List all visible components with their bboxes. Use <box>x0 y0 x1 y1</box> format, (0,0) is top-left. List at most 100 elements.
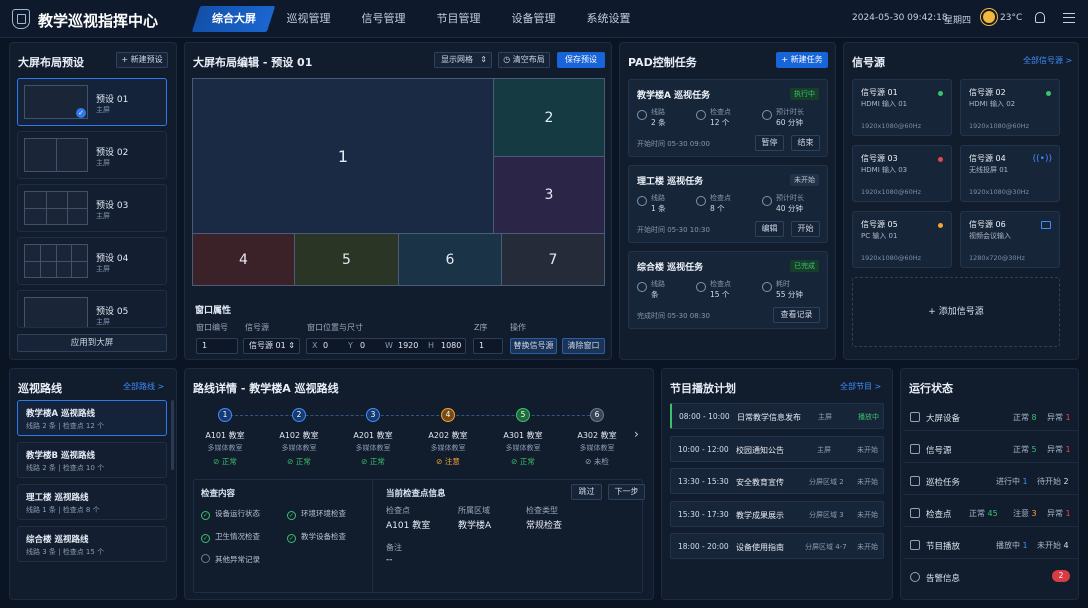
menu-icon[interactable] <box>1063 13 1075 23</box>
nav-device[interactable]: 设备管理 <box>496 6 571 32</box>
program-item[interactable]: 15:30 - 17:30 教学成果展示 分屏区域 3 未开始 <box>670 501 884 527</box>
h-input[interactable]: 1080 <box>441 339 461 353</box>
next-button[interactable]: 下一步 <box>608 484 645 500</box>
chevron-down-icon: ⇕ <box>288 341 295 350</box>
position-input-group: X 0 Y 0 W 1920 H 1080 <box>306 338 466 354</box>
task-card[interactable]: 教学楼A 巡视任务 执行中 线路 2 条 检查点 12 个 预计时长 60 分钟… <box>628 79 828 157</box>
route-node[interactable]: 3 <box>366 408 380 422</box>
preset-item[interactable]: 预设 04 主屏 <box>17 237 167 285</box>
status-row[interactable]: 检查点 正常 45 注意 3 异常 1 <box>903 499 1078 527</box>
edit-button[interactable]: 编辑 <box>755 221 784 237</box>
program-item[interactable]: 10:00 - 12:00 校园通知公告 主屏 未开始 <box>670 436 884 462</box>
alarm-count-badge: 2 <box>1052 570 1070 582</box>
add-signal-button[interactable]: + 添加信号源 <box>852 277 1060 347</box>
layout-cell-5[interactable]: 5 <box>294 233 399 286</box>
task-card[interactable]: 理工楼 巡视任务 未开始 线路 1 条 检查点 8 个 预计时长 40 分钟 开… <box>628 165 828 243</box>
task-card[interactable]: 综合楼 巡视任务 已完成 线路 条 检查点 15 个 耗时 55 分钟 完成时间… <box>628 251 828 329</box>
nav-program[interactable]: 节目管理 <box>421 6 496 32</box>
temperature: 23°C <box>1000 13 1023 23</box>
all-programs-link[interactable]: 全部节目 > <box>840 381 881 392</box>
signal-card[interactable]: 信号源 04 无线投屏 01 1920x1080@30Hz ((•)) <box>960 145 1060 202</box>
status-badge: 已完成 <box>790 260 819 272</box>
top-bar: 教学巡视指挥中心 综合大屏 巡视管理 信号管理 节目管理 设备管理 系统设置 2… <box>0 0 1088 38</box>
route-item[interactable]: 理工楼 巡视路线 线路 1 条 | 检查点 8 个 <box>17 484 167 520</box>
route-node[interactable]: 6 <box>590 408 604 422</box>
signal-card[interactable]: 信号源 06 视频会议输入 1280x720@30Hz <box>960 211 1060 268</box>
preset-thumbnail <box>24 297 88 327</box>
check-item[interactable]: ✓ 卫生情况检查 <box>201 531 260 543</box>
apply-to-screen-button[interactable]: 应用到大屏 <box>17 334 167 352</box>
layout-cell-6[interactable]: 6 <box>398 233 502 286</box>
check-item[interactable]: ✓ 教学设备检查 <box>287 531 346 543</box>
start-button[interactable]: 开始 <box>791 221 820 237</box>
replace-signal-button[interactable]: 替换信号源 <box>510 338 557 354</box>
skip-button[interactable]: 跳过 <box>571 484 602 500</box>
route-item[interactable]: 教学楼A 巡视路线 线路 2 条 | 检查点 12 个 <box>17 400 167 436</box>
preset-item[interactable]: 预设 05 主屏 <box>17 290 167 328</box>
layout-cell-4[interactable]: 4 <box>192 233 295 286</box>
z-order-input[interactable]: 1 <box>473 338 503 354</box>
window-id-input[interactable]: 1 <box>196 338 238 354</box>
preset-item[interactable]: ✓ 预设 01 主屏 <box>17 78 167 126</box>
route-item[interactable]: 教学楼B 巡视路线 线路 2 条 | 检查点 10 个 <box>17 442 167 478</box>
preset-sub: 主屏 <box>96 106 110 114</box>
status-row[interactable]: 节目播放 播放中 1 未开始 4 <box>903 531 1078 559</box>
checkpoint-icon <box>696 282 706 292</box>
end-button[interactable]: 结束 <box>791 135 820 151</box>
new-preset-button[interactable]: + 新建预设 <box>116 52 168 68</box>
shield-logo-icon <box>12 9 30 29</box>
w-input[interactable]: 1920 <box>398 339 418 353</box>
layout-cell-3[interactable]: 3 <box>493 156 605 234</box>
preset-item[interactable]: 预设 03 主屏 <box>17 184 167 232</box>
area-value: 教学楼A <box>458 521 492 531</box>
chevron-right-icon[interactable]: › <box>634 427 639 441</box>
clear-layout-button[interactable]: ◷ 清空布局 <box>498 52 550 68</box>
clear-window-button[interactable]: 清除窗口 <box>562 338 605 354</box>
nav-patrol[interactable]: 巡视管理 <box>271 6 346 32</box>
signal-select[interactable]: 信号源 01 ⇕ <box>243 338 300 354</box>
main-nav: 综合大屏 巡视管理 信号管理 节目管理 设备管理 系统设置 <box>191 6 646 32</box>
check-item[interactable]: ✓ 环境环境检查 <box>287 508 346 520</box>
scrollbar[interactable] <box>171 400 174 470</box>
program-item[interactable]: 08:00 - 10:00 日常教学信息发布 主屏 播放中 <box>670 403 884 429</box>
layout-cell-7[interactable]: 7 <box>501 233 605 286</box>
route-node[interactable]: 1 <box>218 408 232 422</box>
status-row[interactable]: 信号源 正常 5 异常 1 <box>903 435 1078 463</box>
signal-card[interactable]: 信号源 02 HDMI 输入 02 1920x1080@60Hz <box>960 79 1060 136</box>
signal-card[interactable]: 信号源 01 HDMI 输入 01 1920x1080@60Hz <box>852 79 952 136</box>
route-item[interactable]: 综合楼 巡视路线 线路 3 条 | 检查点 15 个 <box>17 526 167 562</box>
nav-dashboard[interactable]: 综合大屏 <box>191 6 276 32</box>
new-task-button[interactable]: + 新建任务 <box>776 52 828 68</box>
route-node[interactable]: 5 <box>516 408 530 422</box>
clock-icon <box>762 196 772 206</box>
save-preset-button[interactable]: 保存预设 <box>557 52 605 68</box>
nav-settings[interactable]: 系统设置 <box>571 6 646 32</box>
x-input[interactable]: 0 <box>323 339 328 353</box>
view-record-button[interactable]: 查看记录 <box>773 307 820 323</box>
task-name: 理工楼 巡视任务 <box>637 177 704 187</box>
check-item[interactable]: 其他异常记录 <box>201 554 260 565</box>
layout-cell-2[interactable]: 2 <box>493 78 605 157</box>
route-node[interactable]: 2 <box>292 408 306 422</box>
checkpoint-icon <box>696 196 706 206</box>
layout-cell-1[interactable]: 1 <box>192 78 494 234</box>
bell-icon[interactable] <box>1035 12 1045 23</box>
y-input[interactable]: 0 <box>360 339 365 353</box>
all-signals-link[interactable]: 全部信号源 > <box>1023 55 1072 66</box>
nav-signal[interactable]: 信号管理 <box>346 6 421 32</box>
signal-card[interactable]: 信号源 03 HDMI 输入 03 1920x1080@60Hz <box>852 145 952 202</box>
signal-card[interactable]: 信号源 05 PC 输入 01 1920x1080@60Hz <box>852 211 952 268</box>
program-item[interactable]: 18:00 - 20:00 设备使用指南 分屏区域 4-7 未开始 <box>670 533 884 559</box>
signal-icon <box>910 444 920 454</box>
pause-button[interactable]: 暂停 <box>755 135 784 151</box>
preset-name: 预设 02 <box>96 148 129 158</box>
preset-item[interactable]: 预设 02 主屏 <box>17 131 167 179</box>
program-item[interactable]: 13:30 - 15:30 安全教育宣传 分屏区域 2 未开始 <box>670 468 884 494</box>
all-routes-link[interactable]: 全部路线 > <box>123 381 164 392</box>
status-row[interactable]: 告警信息 2 <box>903 563 1078 591</box>
status-row[interactable]: 巡检任务 进行中 1 待开始 2 <box>903 467 1078 495</box>
grid-select[interactable]: 显示网格 ⇕ <box>434 52 492 68</box>
check-item[interactable]: ✓ 设备运行状态 <box>201 508 260 520</box>
status-row[interactable]: 大屏设备 正常 8 异常 1 <box>903 403 1078 431</box>
route-node[interactable]: 4 <box>441 408 455 422</box>
